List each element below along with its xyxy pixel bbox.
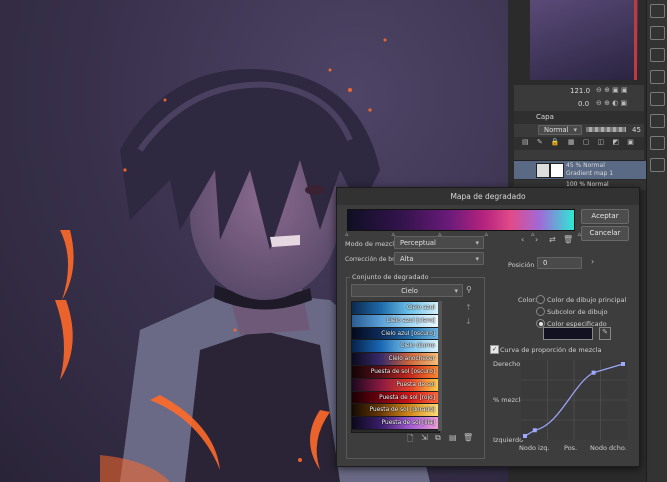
curve-checkbox-label: Curva de proporción de mezcla [500,346,602,354]
opacity-slider[interactable] [586,127,626,132]
import-gradient-icon[interactable]: ⇲ [421,433,428,442]
layer-blend-bar: Normal ▾ 45 [514,124,644,138]
chevron-down-icon: ▾ [475,239,479,247]
gradient-list-item[interactable]: Cielo azul [352,302,439,315]
gradient-list[interactable]: Cielo azul Cielo azul [claro] Cielo azul [… [351,301,440,433]
tool-icon-8[interactable] [650,158,665,172]
tool-icon-6[interactable] [650,114,665,128]
gradient-list-item[interactable]: Puesta de sol [352,378,439,392]
gradient-list-item[interactable]: Puesta de sol [oscuro] [352,365,439,379]
previous-node-icon[interactable]: ‹ [521,235,524,244]
tool-icon-7[interactable] [650,136,665,150]
eyedropper-icon[interactable]: ✎ [599,327,611,340]
specified-color-swatch[interactable] [543,327,593,340]
layer-tabs: Capa [514,111,644,125]
blend-curve-graph[interactable] [521,360,627,440]
layer-item-selected[interactable]: 45 % Normal Gradient map 1 [514,161,646,179]
gradient-list-item[interactable]: Cielo diurno [352,340,439,354]
chevron-down-icon: ▾ [475,255,479,263]
layer-1-line1: 45 % Normal [566,162,605,169]
curve-mid-label: % mezcla [493,396,525,404]
color-label: Color: [518,296,538,304]
accept-button[interactable]: Aceptar [581,209,629,224]
gradient-list-item[interactable]: Puesta de sol [lila] [352,417,439,430]
layer-blend-select[interactable]: Normal ▾ [538,125,582,135]
gradient-set-select[interactable]: Cielo ▾ [351,284,463,297]
curve-plot[interactable] [521,360,627,440]
radio-sub-color-label: Subcolor de dibujo [547,308,608,316]
curve-checkbox[interactable]: ✓ [490,345,499,354]
add-gradient-icon[interactable]: 🗋 [407,433,413,447]
layer-1-line2: Gradient map 1 [566,170,614,177]
curve-x-left-label: Nodo izq. [519,444,550,452]
tool-icon-1[interactable] [650,4,665,18]
gradient-map-dialog: Mapa de degradado ▵▵▵▵▵▵ Aceptar Cancela… [336,187,640,467]
layer-thumbnail [536,163,550,178]
curve-control-point[interactable] [591,370,596,375]
curve-x-right-label: Nodo dcho. [590,444,627,452]
gradient-list-item[interactable]: Cielo anochecer [352,353,439,366]
blend-mode-select[interactable]: Perceptual ▾ [394,236,484,249]
curve-control-point[interactable] [523,434,527,438]
chevron-down-icon: ▾ [454,287,458,295]
navigator-thumbnail[interactable] [530,0,638,80]
zoom-buttons-icon[interactable]: ⊖ ⊕ ▣ ▣ [596,86,628,94]
gradient-set-label: Conjunto de degradado [350,273,431,281]
cancel-button[interactable]: Cancelar [581,226,629,241]
radio-sub-color[interactable] [536,307,545,316]
position-input[interactable]: 0 [537,257,582,269]
gradient-list-item[interactable]: Puesta de sol [rojo] [352,391,439,405]
gradient-settings-icon[interactable]: ▤ [449,433,457,442]
radio-main-color-label: Color de dibujo principal [547,296,627,304]
rotate-buttons-icon[interactable]: ⊖ ⊕ ◐ ▣ [596,99,627,107]
tool-icon-2[interactable] [650,26,665,40]
curve-control-point[interactable] [532,428,537,433]
side-toolbar [646,0,667,482]
move-up-icon[interactable]: ↑ [465,303,472,312]
layer-tool-icons[interactable]: ▤ ✎ 🔒 ▦ ▢ ◫ ◩ ▣ [522,138,637,146]
delete-gradient-icon[interactable]: 🗑 [463,433,473,442]
opacity-value[interactable]: 45 [632,126,641,134]
navigator-zoom-bar: 121.0 ⊖ ⊕ ▣ ▣ [514,85,644,99]
swap-node-icon[interactable]: ⇄ [549,235,556,244]
navigator-rotate-bar: 0.0 ⊖ ⊕ ◐ ▣ [514,98,644,112]
tool-icon-4[interactable] [650,70,665,84]
curve-control-point[interactable] [621,362,625,366]
layer-toolbar-2 [514,150,644,161]
radio-main-color[interactable] [536,295,545,304]
gradient-list-item[interactable]: Cielo azul [claro] [352,314,439,328]
tool-icon-3[interactable] [650,48,665,62]
curve-x-mid-label: Pos. [564,444,578,452]
duplicate-gradient-icon[interactable]: ⧉ [435,433,441,443]
zoom-value[interactable]: 121.0 [570,87,590,95]
gradient-set-settings-icon[interactable]: ⚲ [466,285,472,294]
gradient-list-item[interactable]: Cielo azul [oscuro] [352,327,439,341]
next-node-icon[interactable]: › [535,235,538,244]
dialog-title[interactable]: Mapa de degradado [337,188,639,205]
layer-mask-thumbnail [550,163,564,178]
rotate-value[interactable]: 0.0 [578,100,589,108]
tab-capa[interactable]: Capa [536,113,554,121]
move-down-icon[interactable]: ↓ [465,317,472,326]
navigator-frame [634,0,637,80]
delete-node-icon[interactable]: 🗑 [563,235,573,244]
curve-top-label: Derecho [493,360,521,368]
layer-toolbar: ▤ ✎ 🔒 ▦ ▢ ◫ ◩ ▣ [514,137,644,151]
blend-mode-label: Modo de mezcla [345,240,399,248]
curve-bottom-label: Izquierdo [493,436,524,444]
gradient-preview-bar[interactable] [347,209,575,231]
position-label: Posición [508,261,535,269]
tool-icon-5[interactable] [650,92,665,106]
gradient-list-scrollbar[interactable] [438,301,442,431]
brightness-select[interactable]: Alta ▾ [394,252,484,265]
position-arrow-icon[interactable]: › [591,257,594,266]
gradient-list-item[interactable]: Puesta de sol [dorado] [352,404,439,418]
